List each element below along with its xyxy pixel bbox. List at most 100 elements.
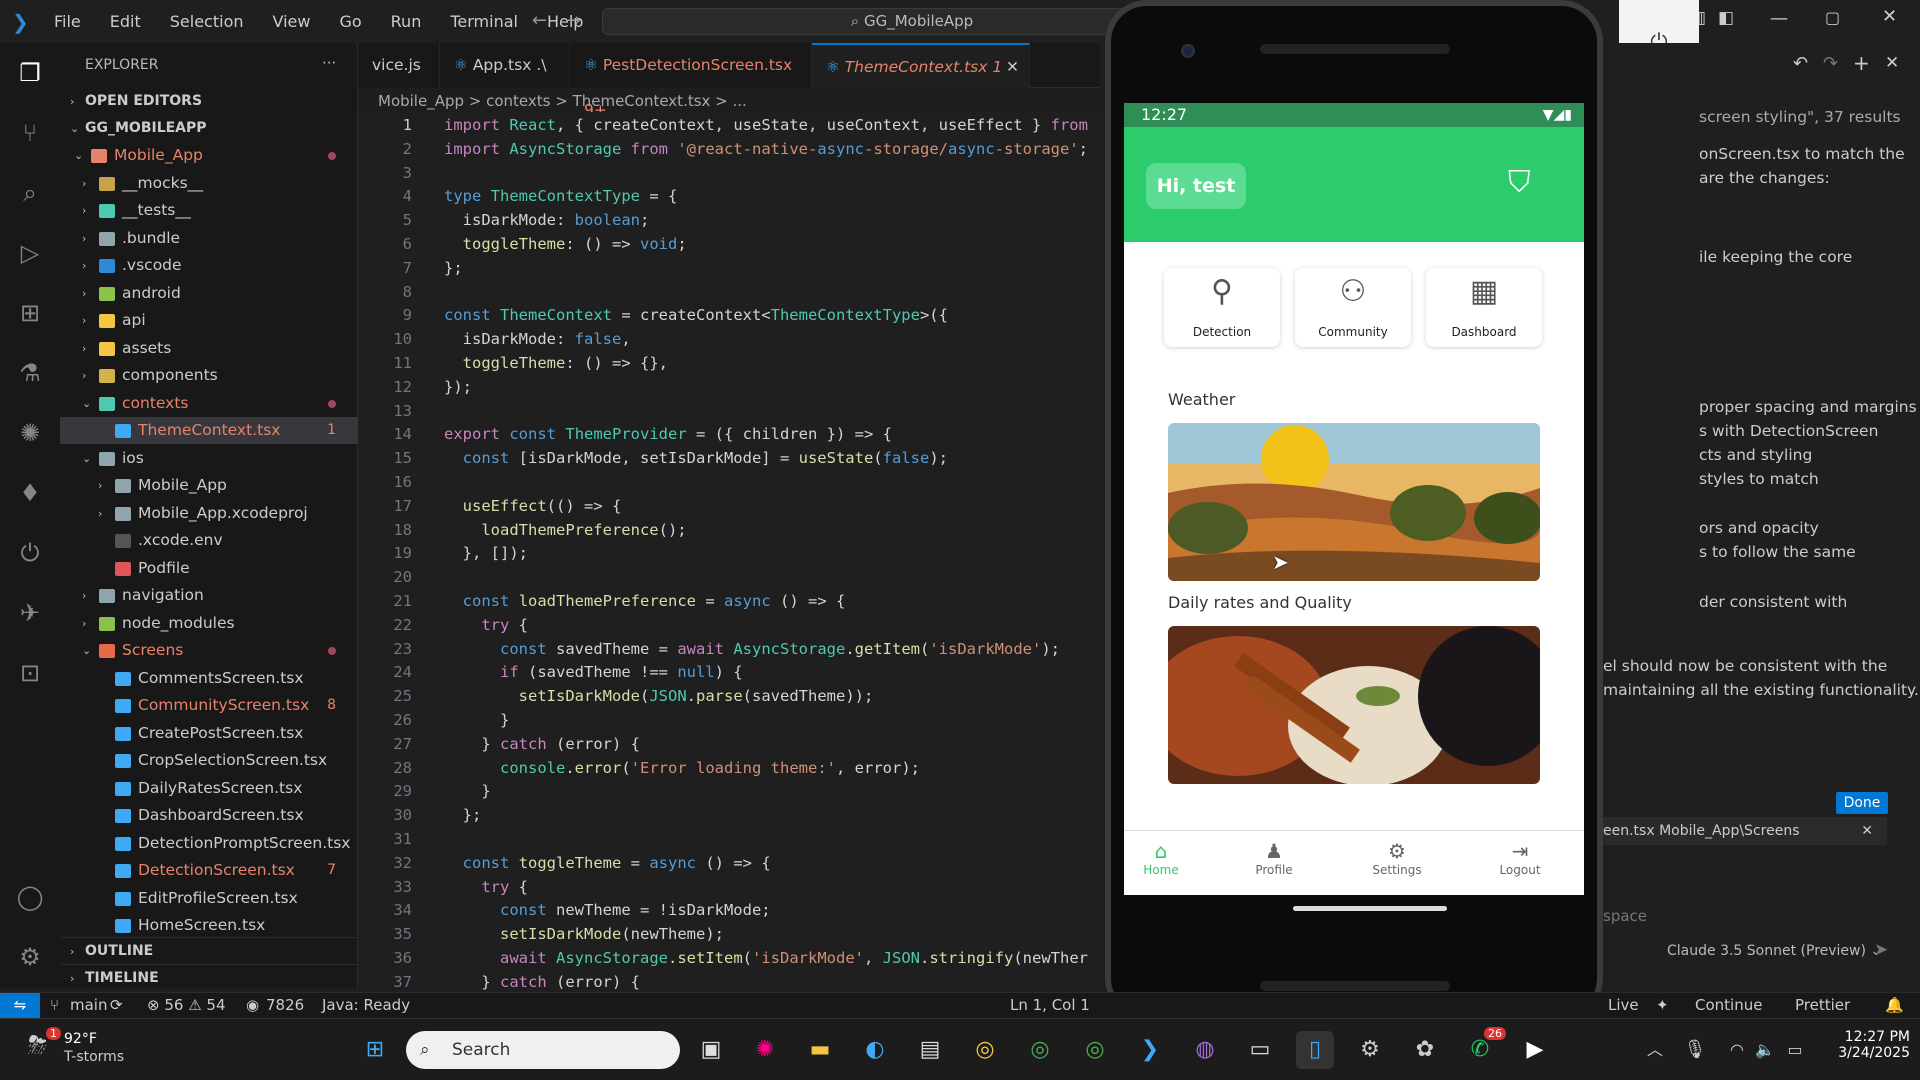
tree-item[interactable]: › android [60, 280, 358, 307]
github-icon[interactable]: ◍ [1186, 1031, 1224, 1069]
taskbar-search[interactable]: ⌕ Search [406, 1031, 680, 1069]
sparkle-icon[interactable]: ✦ [1656, 993, 1669, 1017]
copilot-app-icon[interactable]: ✺ [746, 1031, 784, 1069]
problems-count[interactable]: ⊗ 56 ⚠ 54 [147, 993, 226, 1017]
tree-item[interactable]: EditProfileScreen.tsx [60, 885, 358, 912]
emulator-app-icon[interactable]: ▯ [1296, 1031, 1334, 1069]
breadcrumb[interactable]: Mobile_App > contexts > ThemeContext.tsx… [378, 90, 747, 112]
tree-item[interactable]: Podfile [60, 555, 358, 582]
tab-settings[interactable]: ⚙ Settings [1357, 839, 1437, 877]
working-set-file[interactable]: een.tsx Mobile_App\Screens ✕ [1603, 817, 1887, 845]
tree-item[interactable]: › navigation [60, 582, 358, 609]
edge-icon[interactable]: ◐ [856, 1031, 894, 1069]
chat-input[interactable]: space [1603, 907, 1647, 925]
open-editors-section[interactable]: › OPEN EDITORS [60, 88, 358, 115]
tab-logout[interactable]: ⇥ Logout [1480, 839, 1560, 877]
tree-item[interactable]: CreatePostScreen.tsx [60, 720, 358, 747]
tree-item[interactable]: DailyRatesScreen.tsx [60, 775, 358, 802]
deploy-icon[interactable]: ✈ [14, 597, 46, 629]
tree-item[interactable]: HomeScreen.tsx [60, 912, 358, 939]
ports-count[interactable]: 7826 [266, 993, 304, 1017]
back-arrow-icon[interactable]: ← [532, 10, 547, 31]
tab-profile[interactable]: ♟ Profile [1234, 839, 1314, 877]
file-explorer-icon[interactable]: ▬ [801, 1031, 839, 1069]
layout-icon[interactable]: ◧ [1718, 8, 1734, 28]
menu-view[interactable]: View [273, 12, 311, 31]
close-window-icon[interactable]: ✕ [1882, 6, 1897, 27]
tab-theme-context[interactable]: ⚛ ThemeContext.tsx 1 ✕ [812, 43, 1030, 88]
tree-item[interactable]: › Mobile_App [60, 472, 358, 499]
notifications-icon[interactable]: 🔔 [1885, 993, 1904, 1017]
dashboard-card[interactable]: ▦ Dashboard [1426, 268, 1542, 347]
close-chat-icon[interactable]: ✕ [1885, 53, 1899, 73]
undo-icon[interactable]: ↶ [1793, 53, 1808, 74]
live-server[interactable]: Live [1608, 993, 1639, 1017]
tree-item[interactable]: › __mocks__ [60, 170, 358, 197]
menu-terminal[interactable]: Terminal [450, 12, 518, 31]
account-icon[interactable]: ◯ [14, 881, 46, 913]
menu-file[interactable]: File [54, 12, 81, 31]
openai-icon[interactable]: ✿ [1406, 1031, 1444, 1069]
tree-item[interactable]: CommentsScreen.tsx [60, 665, 358, 692]
cursor-position[interactable]: Ln 1, Col 1 [1010, 993, 1090, 1017]
tab-pest-detection[interactable]: ⚛ PestDetectionScreen.tsx 9+ [570, 43, 812, 119]
code-editor[interactable]: 1 import React, { createContext, useState… [358, 112, 1100, 992]
weather-widget[interactable]: ⛈ 1 92°F T-storms [28, 1027, 138, 1071]
chrome-canary-icon[interactable]: ◎ [966, 1031, 1004, 1069]
workspace-root[interactable]: ⌄ GG_MOBILEAPP [60, 115, 358, 142]
tab-device-js[interactable]: vice.js [358, 43, 440, 88]
redo-icon[interactable]: ↷ [1823, 53, 1838, 74]
tree-item[interactable]: › .bundle [60, 225, 358, 252]
remove-file-icon[interactable]: ✕ [1861, 817, 1873, 845]
battery-icon[interactable]: ▭ [1776, 1031, 1814, 1069]
menu-selection[interactable]: Selection [170, 12, 244, 31]
maximize-icon[interactable]: ▢ [1825, 8, 1840, 27]
vscode-taskbar-icon[interactable]: ❯ [1131, 1031, 1169, 1069]
java-status[interactable]: Java: Ready [322, 993, 410, 1017]
gear-icon[interactable]: ⚙ [14, 941, 46, 973]
rates-image[interactable] [1168, 626, 1540, 784]
tree-item[interactable]: › .vscode [60, 252, 358, 279]
tree-item[interactable]: ⌄ contexts [60, 390, 358, 417]
task-view-icon[interactable]: ▣ [692, 1031, 730, 1069]
tab-home[interactable]: ⌂ Home [1124, 839, 1201, 877]
forward-arrow-icon[interactable]: → [566, 10, 581, 31]
tab-app-tsx[interactable]: ⚛ App.tsx .\ [440, 43, 570, 88]
model-picker[interactable]: Claude 3.5 Sonnet (Preview) ⌄ [1667, 943, 1882, 959]
media-player-icon[interactable]: ▶ [1516, 1031, 1554, 1069]
tree-item[interactable]: › components [60, 362, 358, 389]
git-branch[interactable]: main [70, 993, 107, 1017]
tree-item[interactable]: CommunityScreen.tsx 8 [60, 692, 358, 719]
tree-item[interactable]: ThemeContext.tsx 1 [60, 417, 358, 444]
outline-section[interactable]: › OUTLINE [60, 937, 358, 964]
tray-overflow-icon[interactable]: ︿ [1636, 1031, 1674, 1069]
terminal-icon[interactable]: ▭ [1241, 1031, 1279, 1069]
tree-item[interactable]: › node_modules [60, 610, 358, 637]
community-card[interactable]: ⚇ Community [1295, 268, 1411, 347]
tree-item[interactable]: DetectionPromptScreen.tsx [60, 830, 358, 857]
tree-item[interactable]: › __tests__ [60, 197, 358, 224]
copilot-icon[interactable]: ✺ [14, 417, 46, 449]
remote-icon[interactable]: ⇋ [0, 993, 40, 1018]
close-tab-icon[interactable]: ✕ [1006, 45, 1019, 90]
tree-item[interactable]: DetectionScreen.tsx 7 [60, 857, 358, 884]
app-screen[interactable]: 12:27 ▼◢▮ Hi, test ⛉ ⚲ Detection ⚇ Commu… [1124, 103, 1584, 895]
new-chat-icon[interactable]: + [1853, 51, 1870, 75]
send-icon[interactable]: ➤ [1874, 940, 1888, 960]
power-icon[interactable]: ⏻ [14, 537, 46, 569]
minimize-icon[interactable]: — [1770, 8, 1788, 29]
menu-go[interactable]: Go [339, 12, 361, 31]
chrome-icon[interactable]: ◎ [1021, 1031, 1059, 1069]
chrome-profile-icon[interactable]: ◎ [1076, 1031, 1114, 1069]
tree-item[interactable]: ⌄ Screens [60, 637, 358, 664]
more-actions-icon[interactable]: ··· [322, 54, 336, 72]
explorer-icon[interactable]: ❐ [14, 57, 46, 89]
weather-image[interactable] [1168, 423, 1540, 581]
microphone-icon[interactable]: 🎙 [1676, 1031, 1714, 1069]
testing-icon[interactable]: ⚗ [14, 357, 46, 389]
prettier-status[interactable]: Prettier [1795, 993, 1850, 1017]
extensions-icon[interactable]: ⊞ [14, 297, 46, 329]
detection-card[interactable]: ⚲ Detection [1164, 268, 1280, 347]
tree-item[interactable]: DashboardScreen.tsx [60, 802, 358, 829]
tree-item[interactable]: .xcode.env [60, 527, 358, 554]
